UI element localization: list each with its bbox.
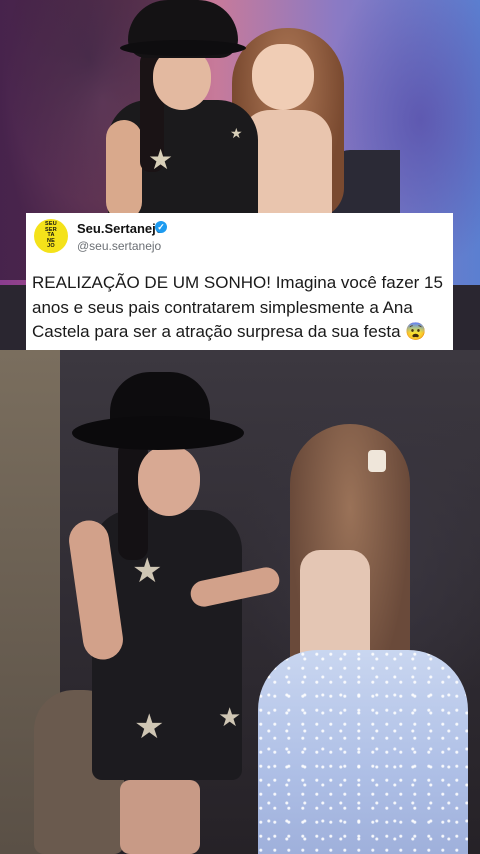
cowboy-hat-brim [72, 416, 244, 450]
star-icon: ★ [132, 552, 163, 590]
star-icon: ★ [230, 125, 243, 141]
avatar[interactable]: SEU SER TA NE JO [34, 219, 68, 253]
singer-arm [106, 120, 142, 220]
account-name[interactable]: Seu.Sertanejo [77, 221, 164, 236]
verified-badge-icon: ✓ [155, 221, 167, 233]
star-icon: ★ [218, 702, 242, 732]
singer-face [138, 446, 200, 516]
star-icon: ★ [148, 144, 174, 175]
girl-gown [258, 650, 468, 854]
tweet-text: REALIZAÇÃO DE UM SONHO! Imagina você faz… [32, 273, 443, 341]
tweet-card[interactable]: SEU SER TA NE JO Seu.Sertanejo ✓ @seu.se… [26, 213, 453, 350]
star-icon: ★ [134, 708, 165, 746]
girl-face [252, 44, 314, 110]
bottom-photo: ★ ★ ★ [0, 350, 480, 854]
hair-accessory [368, 450, 386, 472]
singer-legs [120, 780, 200, 854]
cowboy-hat-brim [120, 40, 246, 56]
account-handle[interactable]: @seu.sertanejo [77, 239, 161, 253]
avatar-text: JO [47, 243, 55, 250]
